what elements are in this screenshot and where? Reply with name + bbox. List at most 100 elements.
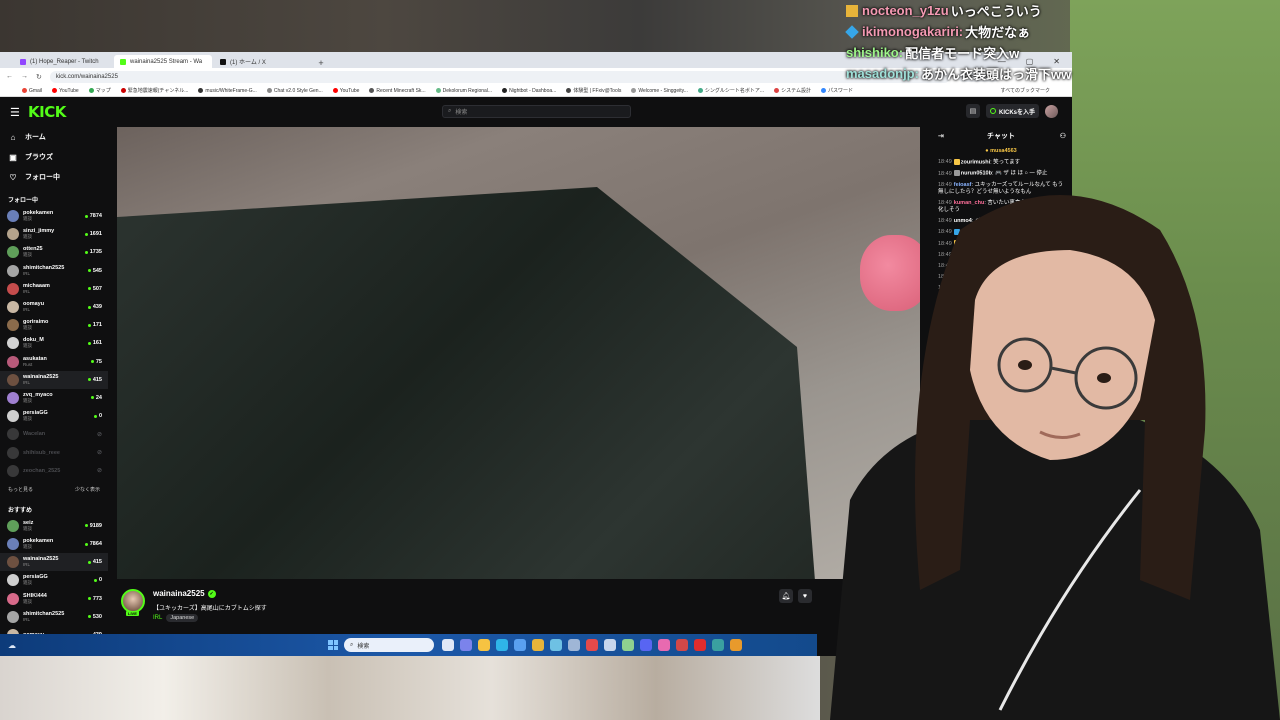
- sidebar-channel[interactable]: otten25 雑談 1735: [0, 243, 108, 261]
- sidebar-channel[interactable]: shimitchan2525 IRL 545: [0, 262, 108, 280]
- sidebar-channel[interactable]: shihisub_reee ⊘: [0, 443, 108, 461]
- chrome-icon[interactable]: [532, 639, 544, 651]
- sidebar-channel[interactable]: seiz 雑談 9189: [0, 517, 108, 535]
- bookmark-item[interactable]: YouTube: [332, 88, 359, 94]
- sidebar-channel[interactable]: pokekamen 雑談 7874: [0, 207, 108, 225]
- forward-icon[interactable]: →: [21, 73, 28, 80]
- sidebar-channel[interactable]: shimitchan2525 IRL 530: [0, 608, 108, 626]
- app-icon[interactable]: [712, 639, 724, 651]
- sidebar-channel[interactable]: persiaGG 雑談 0: [0, 571, 108, 589]
- sidebar-channel[interactable]: wainaina2525 IRL 415: [0, 370, 108, 389]
- chat-username[interactable]: kuman_chu: [954, 200, 985, 206]
- sidebar-channel[interactable]: zeochan_2525 ⊘: [0, 462, 108, 480]
- sidebar-channel[interactable]: oomayu IRL 439: [0, 298, 108, 316]
- chat-message: 18:49 nobon2525: 皆さ: [930, 261, 1072, 272]
- chat-username[interactable]: feioasf: [954, 182, 972, 188]
- sidebar-channel[interactable]: Wacelan ⊘: [0, 425, 108, 443]
- video-player[interactable]: [117, 127, 920, 579]
- follow-heart-icon[interactable]: ♥: [798, 589, 812, 603]
- app-icon[interactable]: [586, 639, 598, 651]
- chat-username[interactable]: zourimushi: [961, 159, 990, 165]
- bookmark-item[interactable]: 緊急地震速報(チャンネル...: [120, 87, 188, 94]
- bookmark-item[interactable]: Recent Minecraft Sk...: [369, 88, 426, 94]
- tab-kick[interactable]: wainaina2525 Stream - Wa: [114, 55, 212, 68]
- chat-username[interactable]: unmo4: [954, 218, 972, 224]
- chat-username[interactable]: iiggizzzz: [954, 296, 976, 302]
- bookmark-item[interactable]: YouTube: [52, 88, 79, 94]
- edge-icon[interactable]: [496, 639, 508, 651]
- bookmark-item[interactable]: Dekolorum Regional...: [435, 88, 492, 94]
- app-icon[interactable]: [730, 639, 742, 651]
- nav-browse[interactable]: ▣ ブラウズ: [0, 147, 108, 167]
- pinned-username[interactable]: musa4563: [990, 148, 1017, 154]
- bookmark-item[interactable]: シングルシート名ボトア...: [697, 87, 764, 94]
- bookmark-item[interactable]: music/WhiteFrame-G...: [198, 88, 257, 94]
- sidebar-channel[interactable]: doku_M 雑談 161: [0, 334, 108, 352]
- task-view-icon[interactable]: [442, 639, 454, 651]
- app-icon[interactable]: [622, 639, 634, 651]
- theater-mode-icon[interactable]: ▤: [965, 104, 980, 118]
- sidebar-channel[interactable]: SHIKI444 雑談 773: [0, 590, 108, 608]
- reload-icon[interactable]: ↻: [36, 73, 42, 81]
- bookmark-item[interactable]: 体験型 | FFxiv@Tools: [566, 87, 621, 94]
- sidebar-channel[interactable]: zvq_myaco 雑談 24: [0, 389, 108, 407]
- file-explorer-icon[interactable]: [478, 639, 490, 651]
- app-icon[interactable]: [658, 639, 670, 651]
- search-input[interactable]: ⌕ 検索: [442, 105, 631, 118]
- get-kicks-button[interactable]: KICKsを入手: [985, 104, 1039, 118]
- chat-username[interactable]: nobon2525: [961, 263, 990, 269]
- streamer-avatar[interactable]: [121, 589, 145, 613]
- app-icon[interactable]: [676, 639, 688, 651]
- bookmark-item[interactable]: パスワード: [820, 87, 853, 94]
- bookmark-item[interactable]: Gmail: [22, 88, 42, 94]
- bookmark-item[interactable]: Welcome - Singgeity...: [631, 88, 688, 94]
- steam-icon[interactable]: [604, 639, 616, 651]
- menu-icon[interactable]: ☰: [10, 106, 26, 119]
- category-link[interactable]: IRL: [153, 615, 162, 621]
- collapse-chat-icon[interactable]: ⇥: [938, 132, 944, 140]
- notification-bell-icon[interactable]: 🔔︎: [779, 589, 793, 603]
- weather-icon[interactable]: ☁: [0, 634, 24, 656]
- app-icon[interactable]: [694, 639, 706, 651]
- discord-icon[interactable]: [640, 639, 652, 651]
- bookmark-item[interactable]: マップ: [88, 87, 111, 94]
- bookmark-item[interactable]: Nightbot - Dashboa...: [502, 88, 556, 94]
- chat-username[interactable]: mikun2525c: [961, 241, 993, 247]
- show-more-button[interactable]: もっと見る: [8, 486, 33, 493]
- chat-username[interactable]: iiggizzzz: [954, 252, 976, 258]
- kick-logo[interactable]: KICK: [28, 103, 66, 121]
- chat-users-icon[interactable]: ⚇: [1060, 132, 1066, 140]
- windows-start-icon[interactable]: [328, 640, 338, 650]
- teams-icon[interactable]: [460, 639, 472, 651]
- store-icon[interactable]: [514, 639, 526, 651]
- sidebar-channel[interactable]: goriraimo 雑談 171: [0, 316, 108, 334]
- url-field[interactable]: kick.com/wainaina2525: [49, 70, 950, 83]
- bookmark-item[interactable]: Chat v2.0 Style Gen...: [266, 88, 323, 94]
- tab-twitch[interactable]: (1) Hope_Reaper - Twitch: [14, 55, 112, 68]
- show-less-button[interactable]: 少なく表示: [75, 486, 100, 493]
- all-bookmarks-button[interactable]: すべてのブックマーク: [1001, 87, 1050, 94]
- chat-username[interactable]: gu: [961, 308, 968, 314]
- sidebar-channel[interactable]: persiaGG 雑談 0: [0, 407, 108, 425]
- taskbar-search[interactable]: ⌕ 検索: [344, 638, 434, 652]
- bookmark-item[interactable]: システム設計: [774, 87, 811, 94]
- sidebar-channel[interactable]: michaaam IRL 507: [0, 280, 108, 298]
- streamer-name[interactable]: wainaina2525: [153, 589, 205, 598]
- chat-username[interactable]: mankokan: [954, 274, 981, 280]
- nav-home[interactable]: ⌂ ホーム: [0, 127, 108, 147]
- chat-username[interactable]: nurun0510b: [961, 171, 992, 177]
- nav-heart[interactable]: ♡ フォロー中: [0, 167, 108, 187]
- sidebar-channel[interactable]: wainaina2525 IRL 415: [0, 553, 108, 572]
- sidebar-channel[interactable]: sinzi_jimmy 雑談 1691: [0, 225, 108, 243]
- chat-username[interactable]: BabyNo5: [961, 229, 985, 235]
- back-icon[interactable]: ←: [6, 73, 13, 80]
- sidebar-channel[interactable]: pokekamen 雑談 7864: [0, 535, 108, 553]
- user-avatar[interactable]: [1045, 104, 1058, 118]
- app-icon[interactable]: [568, 639, 580, 651]
- sidebar-channel[interactable]: asukatan Rust 75: [0, 353, 108, 371]
- new-tab-button[interactable]: +: [314, 58, 328, 68]
- app-icon[interactable]: [550, 639, 562, 651]
- chat-username[interactable]: Kodama30: [954, 285, 982, 291]
- tab-x[interactable]: (1) ホーム / X: [214, 55, 312, 68]
- language-tag[interactable]: Japanese: [166, 614, 199, 622]
